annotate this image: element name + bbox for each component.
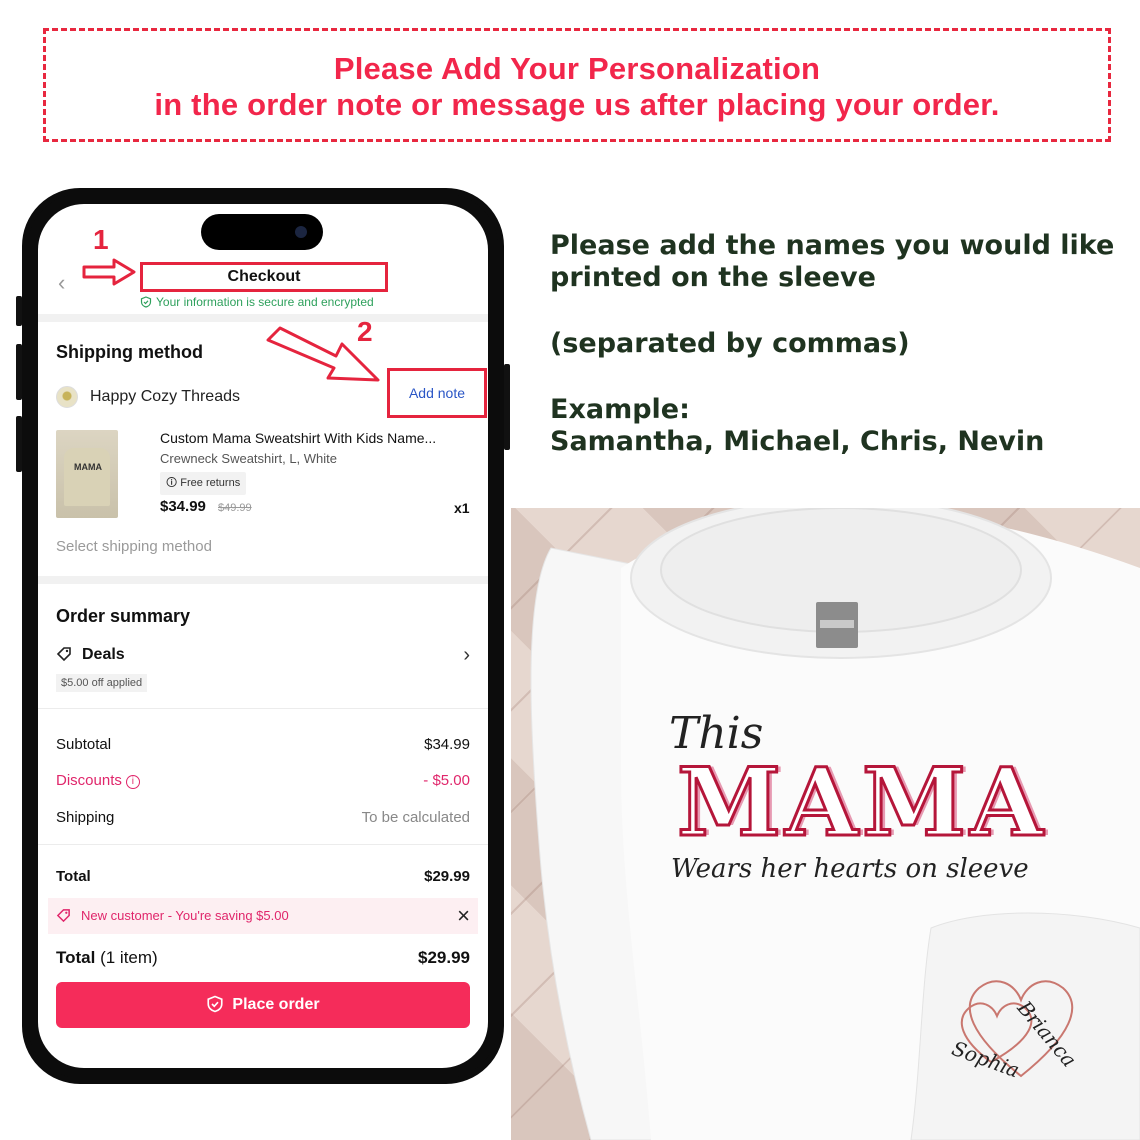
shield-check-icon: [140, 296, 152, 308]
select-shipping-method[interactable]: Select shipping method: [56, 538, 212, 555]
personalization-banner: Please Add Your Personalization in the o…: [43, 28, 1111, 142]
shipping-row: Shipping To be calculated: [56, 809, 470, 826]
back-chevron-icon[interactable]: ‹: [58, 270, 65, 296]
deals-label: Deals: [82, 646, 125, 663]
example-label: Example:: [550, 394, 690, 425]
deals-badge: $5.00 off applied: [56, 674, 148, 692]
camera-icon: [295, 226, 307, 238]
instruction-note: (separated by commas): [550, 328, 910, 359]
tag-icon: [56, 909, 70, 923]
banner-line-2: in the order note or message us after pl…: [154, 87, 1000, 122]
discounts-row: Discounts i - $5.00: [56, 772, 470, 789]
divider-line: [38, 708, 488, 709]
add-note-button[interactable]: Add note: [387, 368, 487, 418]
shipping-label: Shipping: [56, 809, 115, 826]
step-1-number: 1: [93, 224, 109, 255]
phone-power-button: [504, 364, 510, 450]
product-original-price: $49.99: [218, 502, 252, 514]
example-names: Samantha, Michael, Chris, Nevin: [550, 426, 1045, 457]
banner-line-1: Please Add Your Personalization: [333, 51, 821, 86]
instruction-line-2: printed on the sleeve: [550, 262, 876, 293]
subtotal-label: Subtotal: [56, 736, 112, 753]
section-divider: [38, 576, 488, 584]
instructions: Please add the names you would like prin…: [550, 230, 1130, 458]
instruction-line-1: Please add the names you would like: [550, 230, 1115, 261]
order-total-count: (1 item): [100, 948, 158, 967]
free-returns-badge: 🛈 Free returns: [160, 472, 247, 495]
subtotal-row: Subtotal $34.99: [56, 736, 470, 753]
order-total-label: Total: [56, 948, 96, 967]
product-variant: Crewneck Sweatshirt, L, White: [160, 451, 338, 466]
phone-volume-down: [16, 416, 22, 472]
promo-text: New customer - You're saving $5.00: [81, 908, 289, 923]
total-row: Total $29.99: [56, 868, 470, 885]
total-value: $29.99: [424, 868, 470, 885]
discounts-label: Discounts: [56, 772, 122, 789]
free-returns-text: Free returns: [180, 477, 241, 489]
secure-text: Your information is secure and encrypted: [156, 295, 374, 309]
place-order-button[interactable]: Place order: [56, 982, 470, 1028]
place-order-label: Place order: [232, 996, 320, 1013]
chevron-right-icon: ›: [463, 644, 470, 666]
tag-icon: [56, 647, 71, 662]
product-thumbnail[interactable]: MAMA: [56, 430, 118, 518]
info-icon[interactable]: i: [125, 775, 140, 789]
heart-icon: [960, 980, 1074, 1078]
order-summary-title: Order summary: [56, 606, 191, 626]
phone-volume-up: [16, 344, 22, 400]
shirt-script-bottom: Wears her hearts on sleeve: [671, 854, 1029, 884]
shirt-big-word: MAMA: [676, 747, 1047, 860]
thumb-text: MAMA: [74, 462, 102, 472]
shipping-method-title: Shipping method: [56, 342, 203, 362]
deals-row[interactable]: Deals ›: [56, 644, 470, 666]
product-price: $34.99: [160, 498, 206, 515]
order-total-value: $29.99: [418, 948, 470, 967]
close-icon[interactable]: ×: [457, 898, 470, 934]
order-total-row: Total (1 item) $29.99: [56, 948, 470, 968]
dynamic-island: [201, 214, 323, 250]
checkout-title: Checkout: [140, 262, 388, 292]
new-customer-banner: New customer - You're saving $5.00 ×: [48, 898, 478, 934]
sweatshirt-photo: This MAMA Wears her hearts on sleeve Bri…: [511, 508, 1140, 1140]
shop-logo: [56, 386, 78, 408]
phone-side-button: [16, 296, 22, 326]
shipping-value: To be calculated: [361, 809, 470, 826]
total-label: Total: [56, 868, 91, 885]
shield-check-icon: [207, 995, 223, 1013]
section-divider: [38, 314, 488, 322]
shop-row: Happy Cozy Threads: [56, 386, 240, 408]
discounts-value: - $5.00: [423, 772, 470, 789]
step-2-arrow-icon: [266, 326, 380, 382]
secure-notice: Your information is secure and encrypted: [140, 295, 374, 309]
shop-name: Happy Cozy Threads: [90, 388, 240, 405]
divider-line: [38, 844, 488, 845]
subtotal-value: $34.99: [424, 736, 470, 753]
product-name[interactable]: Custom Mama Sweatshirt With Kids Name...: [160, 430, 436, 446]
step-1-arrow-icon: [82, 258, 136, 286]
product-quantity: x1: [454, 500, 470, 516]
